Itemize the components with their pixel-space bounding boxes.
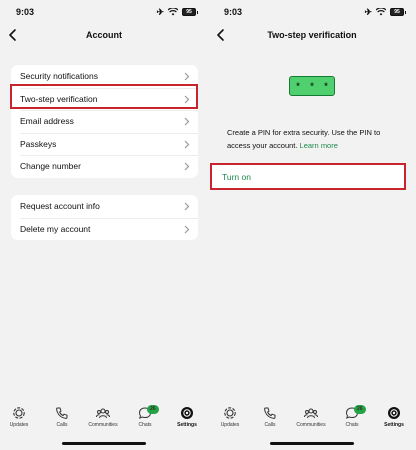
page-title: Account: [86, 30, 122, 40]
tab-label: Updates: [9, 422, 29, 428]
calls-icon: [56, 407, 68, 419]
settings-icon: [181, 407, 193, 419]
turn-on-label: Turn on: [222, 171, 251, 182]
chevron-right-icon: [184, 117, 190, 126]
tab-communities[interactable]: Communities: [83, 406, 123, 428]
updates-icon: [13, 407, 25, 419]
tab-chats[interactable]: 26 Chats: [332, 405, 372, 428]
airplane-mode-icon: ✈: [364, 7, 372, 17]
nav-bar: Two-step verification: [208, 27, 416, 45]
unread-badge: 26: [354, 405, 366, 414]
tab-bar: Updates Calls Communities 26 Chats Setti…: [208, 400, 416, 450]
communities-icon: [96, 408, 110, 419]
status-bar: 9:03 ✈ 95: [208, 7, 416, 19]
pin-description: Create a PIN for extra security. Use the…: [227, 126, 405, 152]
tab-settings[interactable]: Settings: [374, 406, 414, 428]
status-bar: 9:03 ✈ 95: [0, 7, 208, 19]
wifi-icon: [376, 8, 386, 16]
account-data-group: Request account info Delete my account: [11, 195, 198, 240]
row-label: Change number: [20, 161, 81, 172]
tab-label: Chats: [138, 422, 152, 428]
settings-row-request-account-info[interactable]: Request account info: [11, 195, 198, 218]
tab-label: Calls: [56, 422, 68, 428]
wifi-icon: [168, 8, 178, 16]
battery-icon: 95: [390, 8, 406, 16]
home-indicator: [270, 442, 354, 445]
nav-bar: Account: [0, 27, 208, 45]
chevron-right-icon: [184, 225, 190, 233]
updates-icon: [224, 407, 236, 419]
row-label: Email address: [20, 116, 74, 127]
page-title: Two-step verification: [267, 30, 357, 40]
status-time: 9:03: [224, 7, 243, 17]
row-label: Security notifications: [20, 71, 98, 82]
row-label: Delete my account: [20, 223, 91, 234]
chevron-right-icon: [184, 202, 190, 211]
pin-illustration: * * *: [289, 76, 335, 96]
tab-updates[interactable]: Updates: [0, 406, 39, 428]
tab-calls[interactable]: Calls: [250, 406, 290, 428]
account-settings-group: Security notifications Two-step verifica…: [11, 65, 198, 178]
unread-badge: 26: [147, 405, 159, 414]
communities-icon: [304, 408, 318, 419]
row-label: Passkeys: [20, 138, 57, 149]
tab-label: Chats: [345, 422, 359, 428]
settings-row-delete-my-account[interactable]: Delete my account: [11, 217, 198, 241]
battery-icon: 95: [182, 8, 198, 16]
airplane-mode-icon: ✈: [156, 7, 164, 17]
tab-bar: Updates Calls Communities 26 Chats Setti…: [0, 400, 208, 450]
turn-on-button[interactable]: Turn on: [210, 163, 406, 190]
settings-row-change-number[interactable]: Change number: [11, 155, 198, 178]
tab-settings[interactable]: Settings: [167, 406, 207, 428]
tab-label: Communities: [88, 422, 118, 428]
highlight-frame: [10, 84, 198, 109]
tab-updates[interactable]: Updates: [210, 406, 250, 428]
tab-communities[interactable]: Communities: [291, 406, 331, 428]
chevron-right-icon: [184, 140, 190, 148]
status-time: 9:03: [16, 7, 35, 17]
row-label: Request account info: [20, 201, 100, 212]
two-step-verification-screen: 9:03 ✈ 95 Two-step verification * * * Cr…: [208, 0, 416, 450]
home-indicator: [62, 442, 146, 445]
settings-row-email-address[interactable]: Email address: [11, 110, 198, 133]
chevron-right-icon: [184, 72, 190, 81]
tab-label: Updates: [220, 422, 240, 428]
tab-chats[interactable]: 26 Chats: [125, 405, 165, 428]
tab-label: Settings: [384, 422, 404, 428]
chevron-right-icon: [184, 162, 190, 171]
tab-label: Calls: [264, 422, 276, 428]
account-screen: 9:03 ✈ 95 Account Security notifications…: [0, 0, 208, 450]
tab-label: Settings: [177, 422, 197, 428]
tab-calls[interactable]: Calls: [42, 406, 82, 428]
settings-row-passkeys[interactable]: Passkeys: [11, 132, 198, 156]
settings-icon: [388, 407, 400, 419]
calls-icon: [264, 407, 276, 419]
learn-more-link[interactable]: Learn more: [300, 141, 338, 150]
tab-label: Communities: [296, 422, 326, 428]
